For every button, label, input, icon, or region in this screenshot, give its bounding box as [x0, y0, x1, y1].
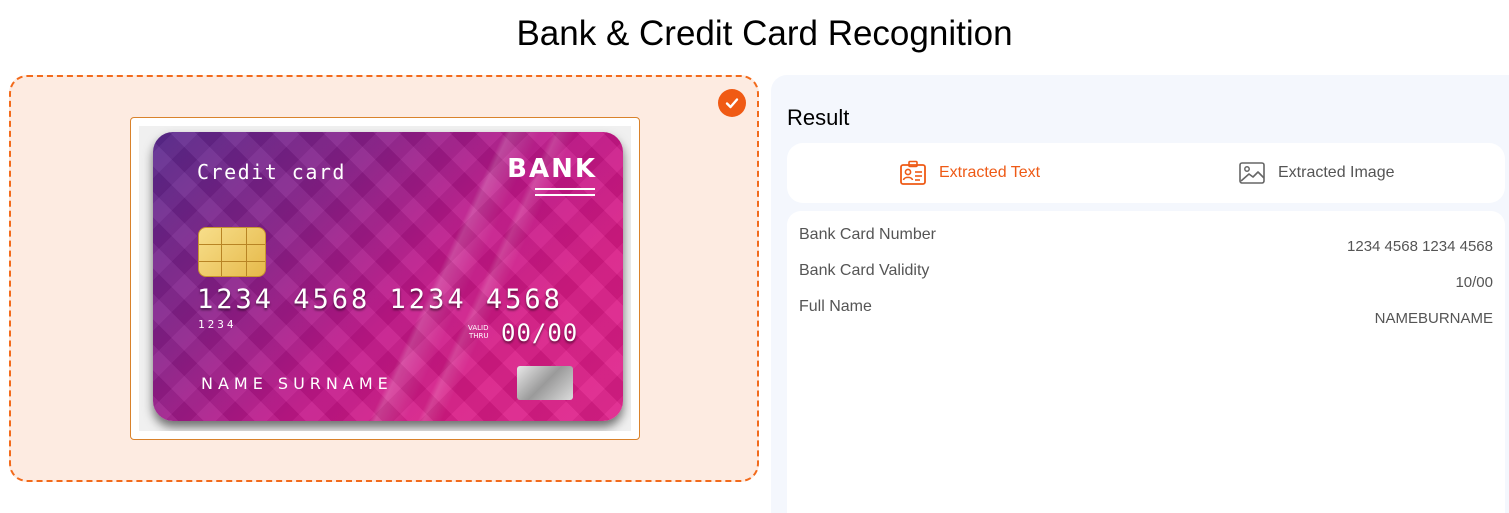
field-row-card-validity: Bank Card Validity 10/00: [799, 262, 1493, 298]
thru-label-line: THRU: [468, 332, 489, 340]
card-number-small-text: 1234: [198, 318, 237, 331]
card-type-text: Credit card: [197, 160, 346, 184]
credit-card-image: Credit card BANK 1234 4568 1234 4568 123…: [139, 126, 631, 431]
page-title: Bank & Credit Card Recognition: [516, 14, 1013, 53]
field-value: NAMEBURNAME: [1374, 310, 1493, 327]
id-card-icon: [899, 160, 927, 186]
field-label: Bank Card Validity: [799, 262, 930, 279]
upload-dropzone[interactable]: Credit card BANK 1234 4568 1234 4568 123…: [9, 75, 759, 482]
valid-label-line: VALID: [468, 324, 489, 332]
result-heading: Result: [787, 105, 850, 130]
valid-thru-label: VALID THRU: [468, 324, 488, 340]
page: Bank & Credit Card Recognition Credit ca…: [0, 0, 1509, 513]
result-panel: Result Extracted Text Extracted Image Ba…: [771, 75, 1509, 513]
bank-underline: [535, 188, 595, 196]
card-number-text: 1234 4568 1234 4568: [197, 284, 563, 315]
field-row-card-number: Bank Card Number 1234 4568 1234 4568: [799, 226, 1493, 262]
extracted-fields: Bank Card Number 1234 4568 1234 4568 Ban…: [787, 211, 1505, 513]
field-label: Full Name: [799, 298, 872, 315]
image-icon: [1238, 161, 1266, 185]
uploaded-check-icon: [718, 89, 746, 117]
card-hologram: [517, 366, 573, 400]
card-holder-text: NAME SURNAME: [201, 374, 393, 393]
field-value: 10/00: [1455, 274, 1493, 291]
image-preview: Credit card BANK 1234 4568 1234 4568 123…: [130, 117, 640, 440]
tab-extracted-text[interactable]: Extracted Text: [899, 143, 1040, 203]
tab-extracted-text-label: Extracted Text: [939, 164, 1041, 181]
card-chip: [198, 227, 266, 277]
card-bank-text: BANK: [507, 154, 597, 184]
tab-extracted-image-label: Extracted Image: [1278, 164, 1395, 181]
field-label: Bank Card Number: [799, 226, 936, 243]
tab-extracted-image[interactable]: Extracted Image: [1238, 143, 1395, 203]
card-expiry-text: 00/00: [501, 319, 579, 347]
result-tabs: Extracted Text Extracted Image: [787, 143, 1505, 203]
field-value: 1234 4568 1234 4568: [1347, 238, 1493, 255]
field-row-full-name: Full Name NAMEBURNAME: [799, 298, 1493, 334]
card-body: Credit card BANK 1234 4568 1234 4568 123…: [153, 132, 623, 421]
